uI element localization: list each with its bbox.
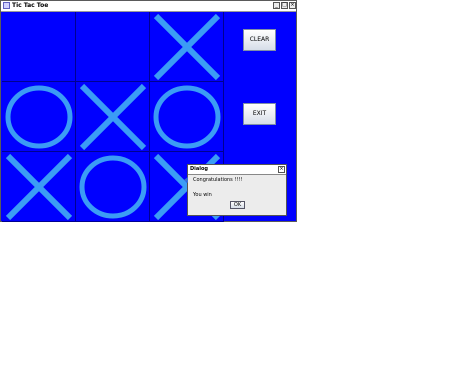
board-cell[interactable] xyxy=(76,152,150,222)
o-stroke xyxy=(79,155,147,219)
ok-button[interactable]: OK xyxy=(230,201,245,209)
board-cell[interactable] xyxy=(2,152,76,222)
close-button[interactable]: × xyxy=(289,2,296,9)
dialog-title: Dialog xyxy=(190,166,208,172)
maximize-button[interactable]: □ xyxy=(281,2,288,9)
dialog-submessage: You win xyxy=(193,192,212,198)
board-cell[interactable] xyxy=(150,12,224,82)
board-cell[interactable] xyxy=(2,12,76,82)
clear-button[interactable]: CLEAR xyxy=(243,29,276,51)
o-stroke xyxy=(153,85,221,149)
app-icon xyxy=(3,2,10,9)
info-pointer-icon xyxy=(184,177,188,183)
window-title: Tic Tac Toe xyxy=(12,2,49,9)
exit-button[interactable]: EXIT xyxy=(243,103,276,125)
dialog-message: Congratulations !!!! xyxy=(193,177,243,183)
o-mark-icon xyxy=(153,85,221,149)
board-cell[interactable] xyxy=(76,12,150,82)
board-cell[interactable] xyxy=(150,82,224,152)
dialog-close-button[interactable]: × xyxy=(278,166,285,173)
x-mark-icon xyxy=(5,153,73,221)
o-mark-icon xyxy=(79,155,147,219)
x-mark-icon xyxy=(79,83,147,151)
x-mark-icon xyxy=(153,13,221,81)
board-cell[interactable] xyxy=(76,82,150,152)
o-stroke xyxy=(5,85,73,149)
dialog-window: Dialog × Congratulations !!!! You win OK xyxy=(184,164,287,216)
o-mark-icon xyxy=(5,85,73,149)
board-cell[interactable] xyxy=(2,82,76,152)
title-bar[interactable]: Tic Tac Toe _ □ × xyxy=(1,1,296,12)
dialog-title-bar[interactable]: Dialog × xyxy=(188,165,286,175)
minimize-button[interactable]: _ xyxy=(273,2,280,9)
